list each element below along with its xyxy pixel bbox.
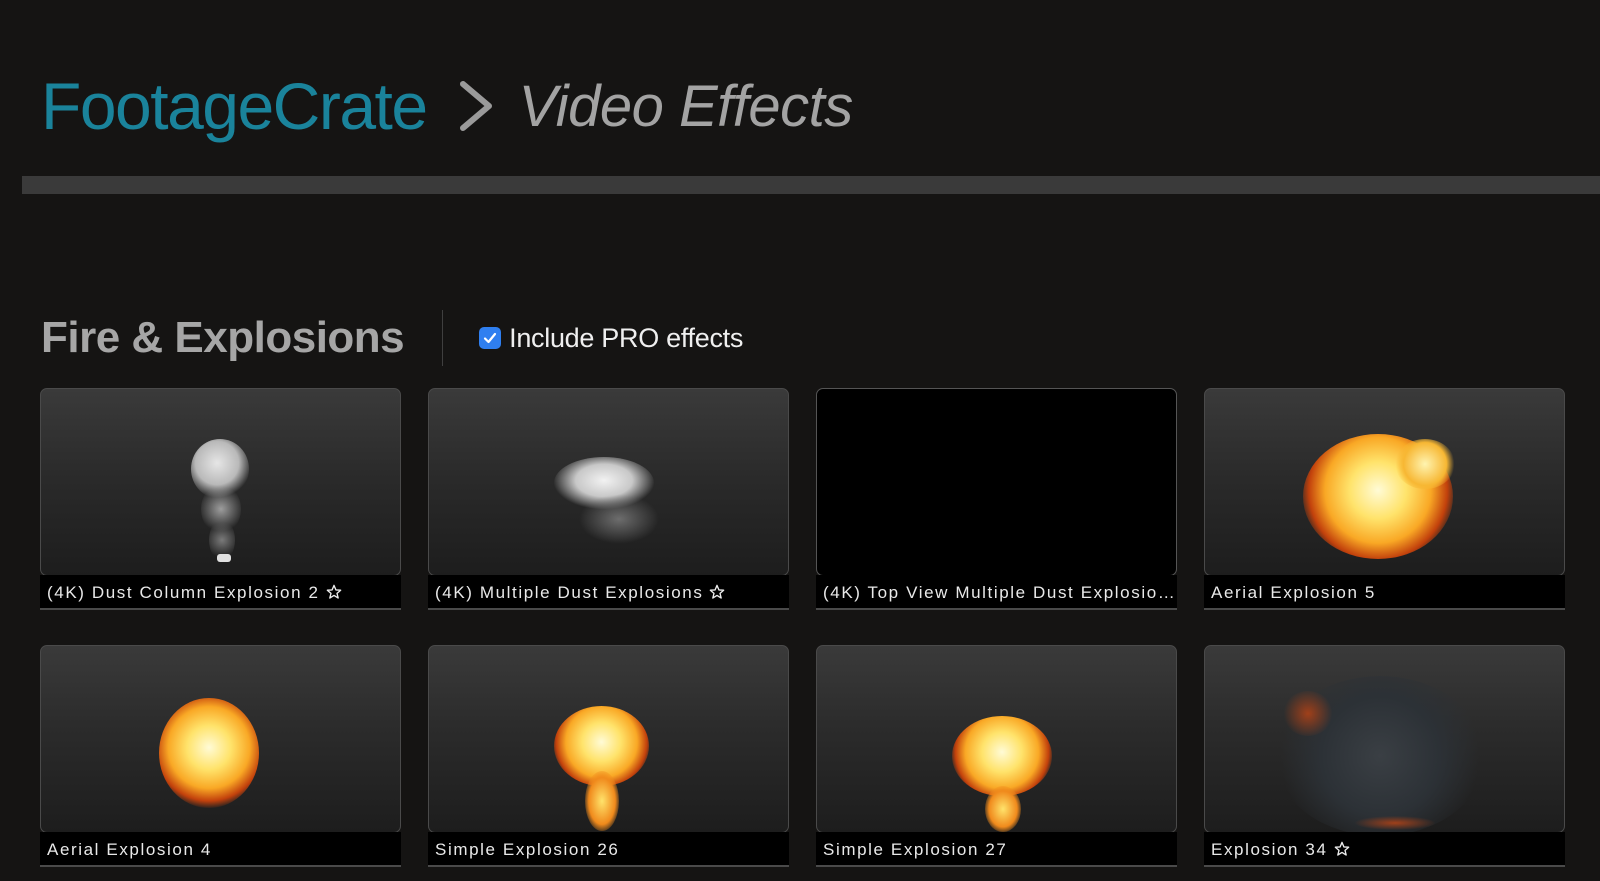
effect-title[interactable]: (4K) Dust Column Explosion 2 bbox=[40, 575, 401, 610]
effect-card[interactable]: Aerial Explosion 4 bbox=[40, 645, 401, 869]
effect-card[interactable]: Simple Explosion 27 bbox=[816, 645, 1177, 869]
effect-title[interactable]: (4K) Top View Multiple Dust Explosions bbox=[816, 575, 1177, 610]
pro-toggle-label: Include PRO effects bbox=[509, 322, 744, 353]
effect-title[interactable]: Simple Explosion 27 bbox=[816, 832, 1177, 867]
effect-title-text: Aerial Explosion 4 bbox=[47, 840, 212, 859]
effect-title[interactable]: Simple Explosion 26 bbox=[428, 832, 789, 867]
effect-title-text: (4K) Top View Multiple Dust Explosions bbox=[823, 583, 1177, 602]
pro-checkbox[interactable] bbox=[479, 327, 502, 349]
effect-title-text: Aerial Explosion 5 bbox=[1211, 583, 1376, 602]
effect-card[interactable]: Simple Explosion 26 bbox=[428, 645, 789, 869]
checkmark-icon bbox=[484, 332, 497, 344]
effect-title-text: Simple Explosion 27 bbox=[823, 840, 1008, 859]
effect-card[interactable]: (4K) Dust Column Explosion 2 bbox=[40, 388, 401, 612]
effect-thumbnail[interactable] bbox=[1204, 645, 1565, 833]
effect-title-text: (4K) Dust Column Explosion 2 bbox=[47, 583, 320, 602]
effect-card[interactable]: Explosion 34 bbox=[1204, 645, 1565, 869]
effect-thumbnail[interactable] bbox=[40, 645, 401, 833]
brand-link[interactable]: FootageCrate bbox=[41, 68, 428, 144]
effect-title-text: Explosion 34 bbox=[1211, 840, 1328, 859]
chevron-right-icon bbox=[455, 78, 497, 134]
section-header: Fire & Explosions Include PRO effects bbox=[41, 310, 743, 366]
effect-thumbnail[interactable] bbox=[428, 645, 789, 833]
star-icon bbox=[709, 577, 725, 608]
effect-title-text: Simple Explosion 26 bbox=[435, 840, 620, 859]
effect-thumbnail[interactable] bbox=[816, 645, 1177, 833]
effect-card[interactable]: (4K) Top View Multiple Dust Explosions bbox=[816, 388, 1177, 612]
effect-card[interactable]: (4K) Multiple Dust Explosions bbox=[428, 388, 789, 612]
effect-card[interactable]: Aerial Explosion 5 bbox=[1204, 388, 1565, 612]
effect-thumbnail[interactable] bbox=[428, 388, 789, 576]
star-icon bbox=[1334, 834, 1350, 865]
header-divider bbox=[22, 176, 1600, 194]
effect-thumbnail[interactable] bbox=[1204, 388, 1565, 576]
effect-title[interactable]: Aerial Explosion 4 bbox=[40, 832, 401, 867]
effect-title[interactable]: Aerial Explosion 5 bbox=[1204, 575, 1565, 610]
effect-title[interactable]: (4K) Multiple Dust Explosions bbox=[428, 575, 789, 610]
effect-thumbnail[interactable] bbox=[816, 388, 1177, 576]
effect-title-text: (4K) Multiple Dust Explosions bbox=[435, 583, 704, 602]
effect-thumbnail[interactable] bbox=[40, 388, 401, 576]
star-icon bbox=[326, 577, 342, 608]
vertical-divider bbox=[442, 310, 444, 366]
page-title: Video Effects bbox=[518, 73, 854, 139]
page: FootageCrate Video Effects Fire & Explos… bbox=[0, 0, 1600, 881]
section-title: Fire & Explosions bbox=[41, 313, 405, 362]
breadcrumb: FootageCrate Video Effects bbox=[41, 64, 853, 148]
effect-title[interactable]: Explosion 34 bbox=[1204, 832, 1565, 867]
include-pro-toggle[interactable]: Include PRO effects bbox=[479, 323, 743, 354]
